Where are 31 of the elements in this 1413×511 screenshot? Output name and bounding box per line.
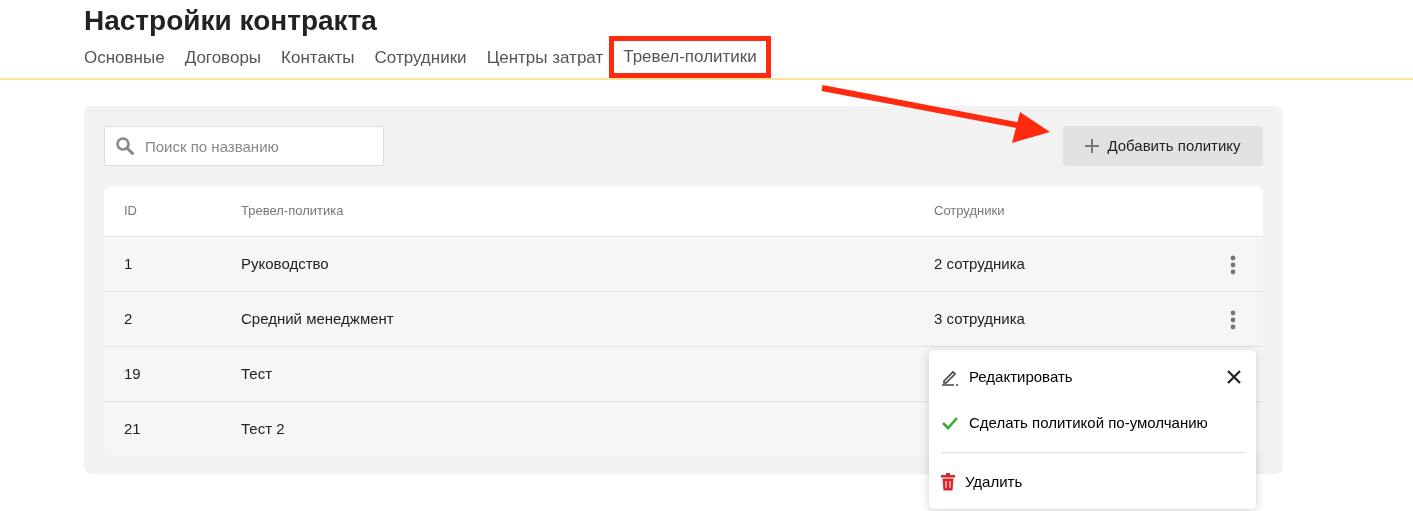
tab[interactable]: Тревел-политики [623, 44, 757, 70]
menu-item[interactable]: Сделать политикой по-умолчанию [941, 400, 1208, 446]
table-cell: 1 [124, 254, 133, 272]
column-header: Сотрудники [934, 203, 1005, 219]
vertical-dots-icon [1230, 254, 1236, 275]
add-policy-button[interactable]: Добавить политику [1063, 126, 1263, 166]
tab[interactable]: Центры затрат [486, 45, 604, 71]
pencil-icon [941, 368, 959, 386]
table-cell: Руководство [241, 254, 329, 272]
menu-item[interactable]: Редактировать [941, 354, 1073, 400]
table-cell: Тест 2 [241, 419, 285, 437]
search-field[interactable]: Поиск по названию [104, 126, 384, 166]
tab[interactable]: Сотрудники [374, 45, 467, 71]
table-cell: 2 [124, 309, 133, 327]
vertical-dots-icon [1230, 309, 1236, 330]
check-icon [941, 416, 959, 430]
page-title: Настройки контракта [84, 4, 378, 38]
table-cell: Средний менеджмент [241, 309, 394, 327]
table-cell: 2 сотрудника [934, 254, 1025, 272]
menu-item[interactable]: Удалить [941, 459, 1023, 505]
table-cell: 21 [124, 419, 141, 437]
column-header: ID [124, 203, 137, 219]
column-header: Тревел-политика [241, 203, 344, 219]
tab[interactable]: Договоры [184, 45, 262, 71]
table-cell: 19 [124, 364, 141, 382]
plus-icon [1085, 139, 1100, 153]
table-cell: 3 сотрудника [934, 309, 1025, 327]
tab[interactable]: Основные [84, 45, 165, 71]
table-cell: Тест [241, 364, 273, 382]
tab[interactable]: Контакты [281, 45, 355, 71]
trash-icon [941, 473, 955, 491]
